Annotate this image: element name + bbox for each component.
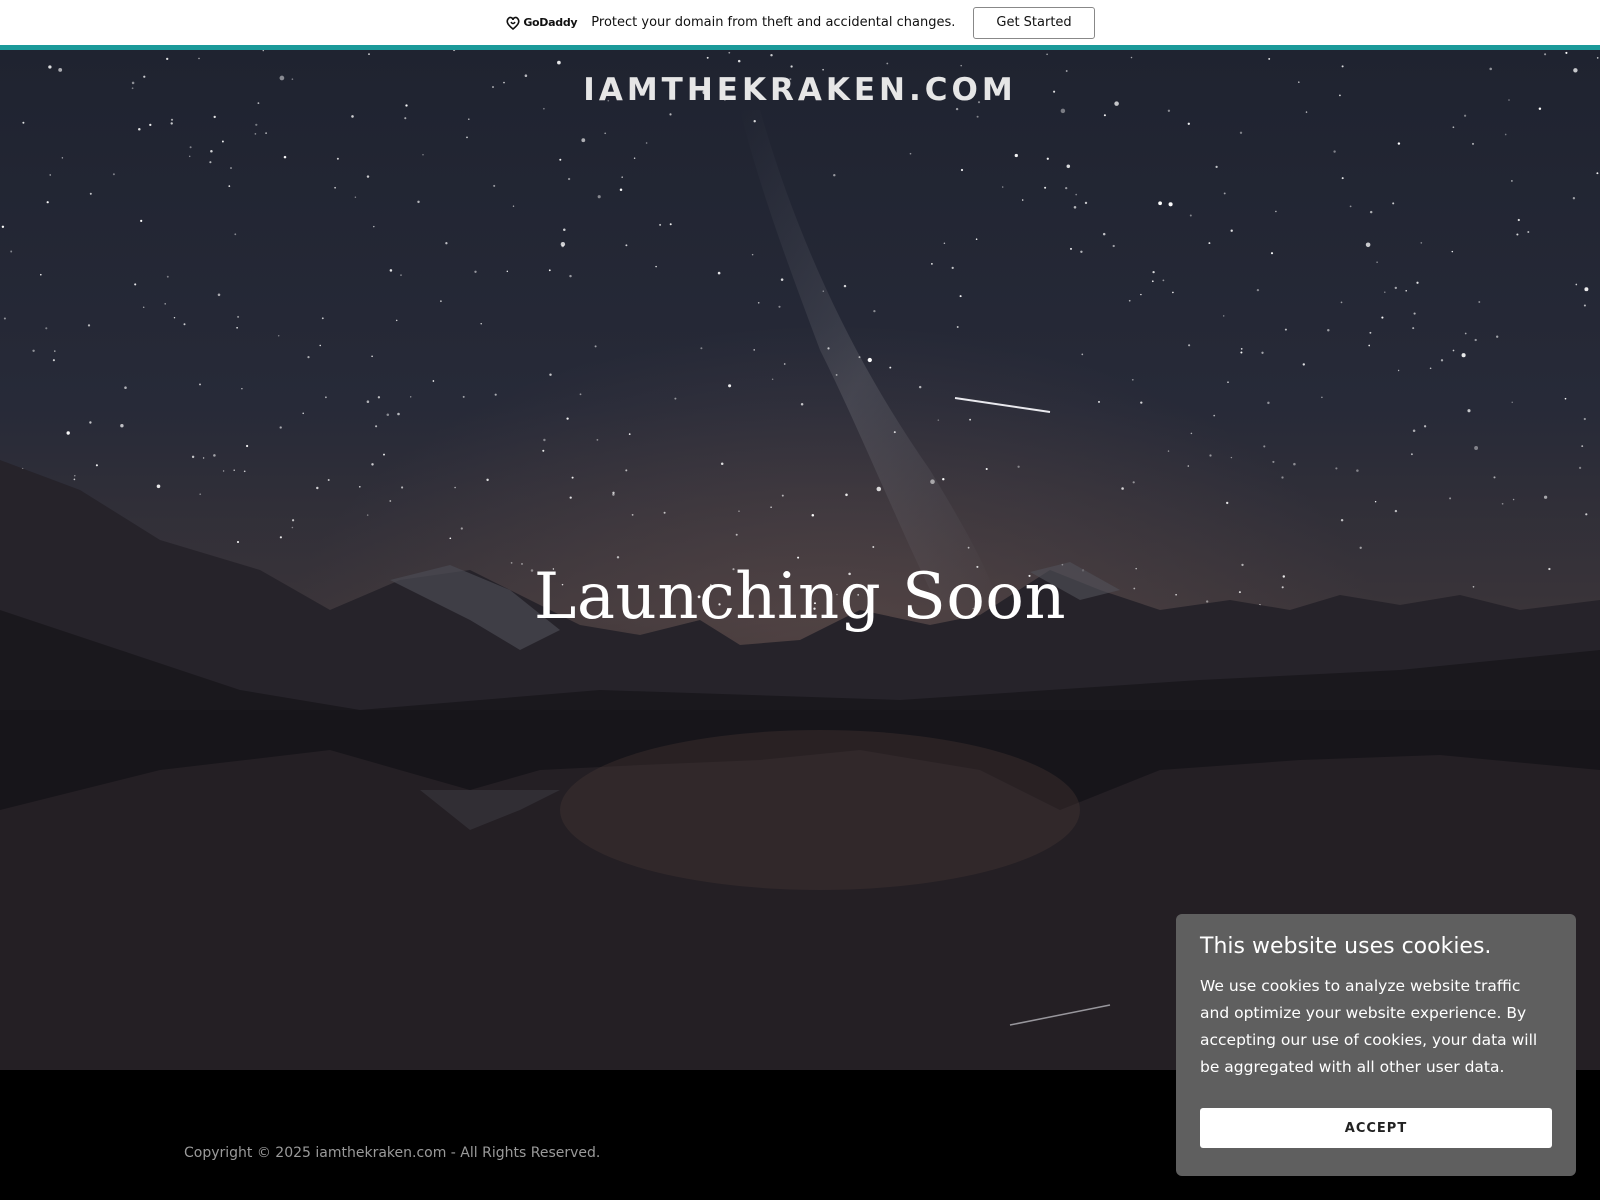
godaddy-logo-text: GoDaddy xyxy=(523,16,578,29)
godaddy-logo-icon xyxy=(506,16,520,30)
launching-soon-heading: Launching Soon xyxy=(533,560,1067,634)
cookie-consent-banner: This website uses cookies. We use cookie… xyxy=(1176,914,1576,1176)
get-started-button[interactable]: Get Started xyxy=(973,6,1095,39)
copyright-text: Copyright © 2025 iamthekraken.com - All … xyxy=(184,1145,601,1161)
promo-message: Protect your domain from theft and accid… xyxy=(591,15,956,30)
cookie-banner-title: This website uses cookies. xyxy=(1200,934,1492,959)
site-title[interactable]: IAMTHEKRAKEN.COM xyxy=(0,72,1600,108)
cookie-banner-message: We use cookies to analyze website traffi… xyxy=(1200,977,1538,1076)
promo-bar: GoDaddy Protect your domain from theft a… xyxy=(0,0,1600,45)
accept-cookies-button[interactable]: ACCEPT xyxy=(1200,1108,1552,1148)
godaddy-logo[interactable]: GoDaddy xyxy=(505,15,578,31)
